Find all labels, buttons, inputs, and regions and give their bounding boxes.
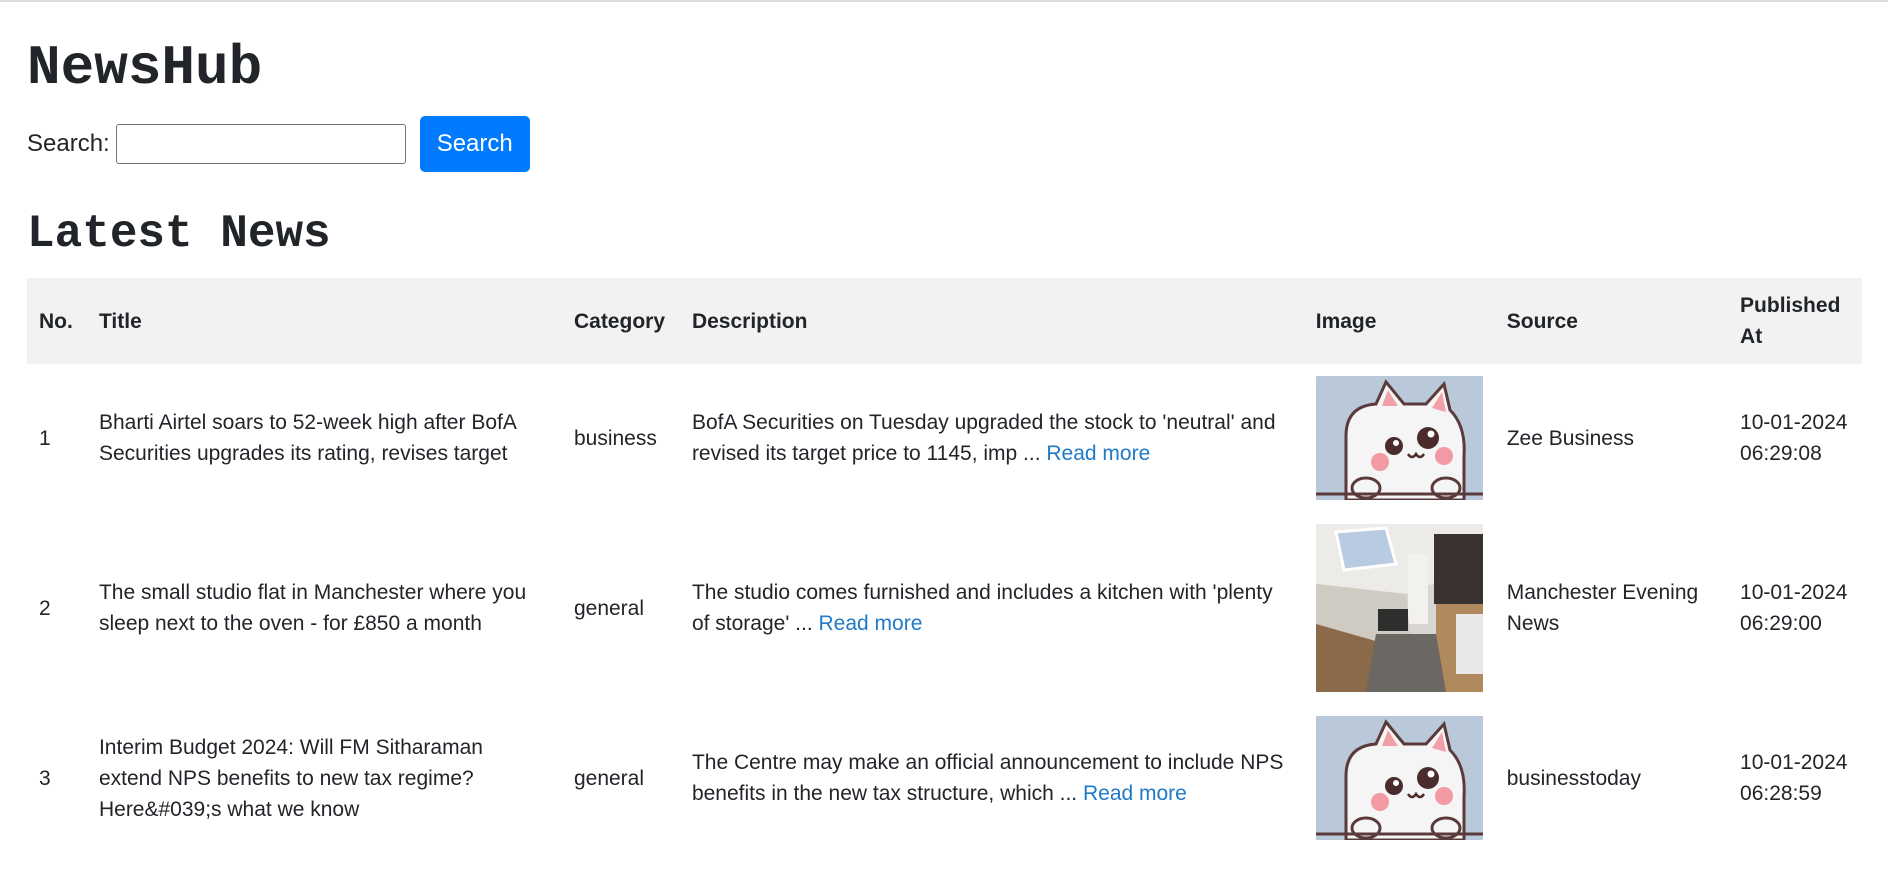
- table-header-row: No. Title Category Description Image Sou…: [27, 278, 1862, 364]
- cat-placeholder-image: [1315, 376, 1483, 500]
- column-header-description: Description: [691, 309, 808, 333]
- description-text: The Centre may make an official announce…: [691, 751, 1284, 805]
- column-header-image: Image: [1315, 309, 1377, 333]
- row-image-cell: [1304, 704, 1495, 852]
- read-more-link[interactable]: Read more: [1046, 442, 1150, 465]
- description-text: The studio comes furnished and includes …: [691, 581, 1273, 635]
- row-source: Zee Business: [1506, 426, 1634, 450]
- read-more-link[interactable]: Read more: [819, 612, 923, 635]
- row-description: The studio comes furnished and includes …: [680, 512, 1304, 704]
- row-source: businesstoday: [1506, 766, 1641, 790]
- row-title: Interim Budget 2024: Will FM Sitharaman …: [98, 735, 483, 821]
- site-title: NewsHub: [27, 36, 263, 100]
- section-title: Latest News: [27, 208, 331, 260]
- search-input[interactable]: [115, 124, 406, 164]
- column-header-published: Published At: [1740, 294, 1841, 348]
- search-form: Search: Search: [27, 116, 530, 172]
- news-table: No. Title Category Description Image Sou…: [27, 278, 1862, 852]
- column-header-source: Source: [1506, 309, 1578, 333]
- column-header-title: Title: [98, 309, 142, 333]
- table-row: 1 Bharti Airtel soars to 52-week high af…: [27, 364, 1862, 512]
- row-description: The Centre may make an official announce…: [680, 704, 1304, 852]
- row-category: business: [573, 426, 657, 450]
- read-more-link[interactable]: Read more: [1083, 782, 1187, 805]
- top-border: [0, 0, 1888, 2]
- column-header-category: Category: [573, 309, 665, 333]
- row-description: BofA Securities on Tuesday upgraded the …: [680, 364, 1304, 512]
- table-row: 2 The small studio flat in Manchester wh…: [27, 512, 1862, 704]
- row-image-cell: [1304, 364, 1495, 512]
- studio-flat-photo: [1315, 524, 1483, 692]
- table-row: 3 Interim Budget 2024: Will FM Sitharama…: [27, 704, 1862, 852]
- row-published: 10-01-2024 06:29:00: [1740, 581, 1848, 635]
- search-button[interactable]: Search: [419, 116, 530, 172]
- row-number: 3: [39, 766, 51, 790]
- row-title: The small studio flat in Manchester wher…: [98, 581, 527, 635]
- row-published: 10-01-2024 06:29:08: [1740, 411, 1848, 465]
- row-number: 1: [39, 426, 51, 450]
- row-published: 10-01-2024 06:28:59: [1740, 751, 1848, 805]
- row-category: general: [573, 766, 645, 790]
- cat-placeholder-image: [1315, 716, 1483, 840]
- row-source: Manchester Evening News: [1506, 581, 1699, 635]
- column-header-no: No.: [39, 309, 73, 333]
- row-title: Bharti Airtel soars to 52-week high afte…: [98, 411, 516, 465]
- row-category: general: [573, 596, 645, 620]
- search-label: Search:: [27, 130, 110, 157]
- row-image-cell: [1304, 512, 1495, 704]
- description-text: BofA Securities on Tuesday upgraded the …: [691, 411, 1276, 465]
- row-number: 2: [39, 596, 51, 620]
